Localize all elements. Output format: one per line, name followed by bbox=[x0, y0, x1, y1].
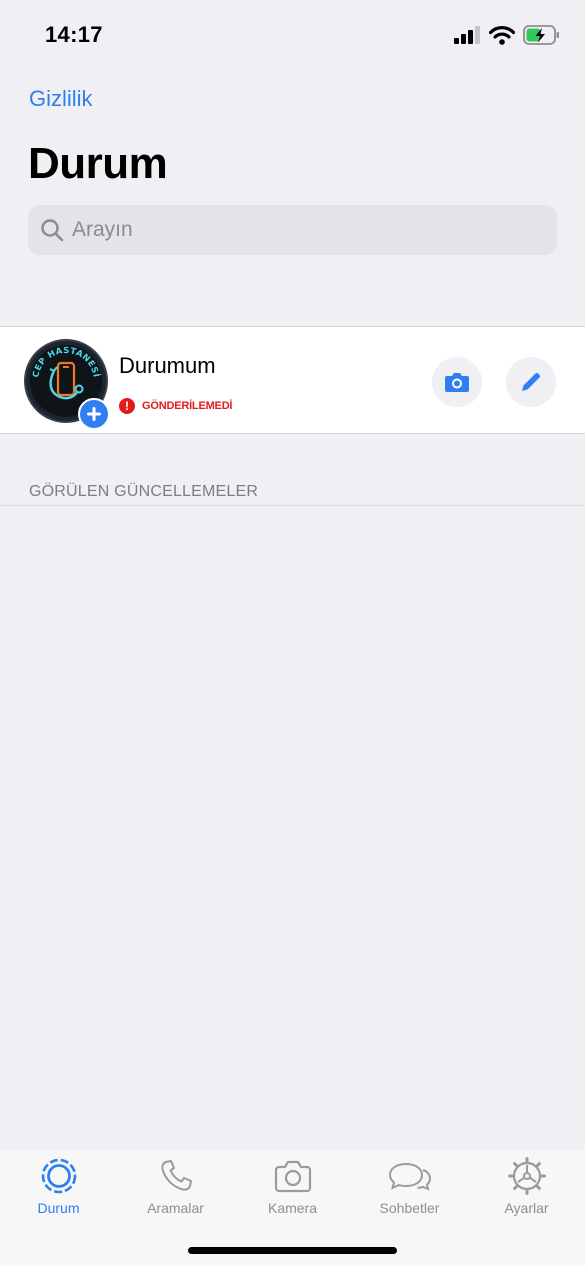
tab-sohbetler[interactable]: Sohbetler bbox=[351, 1156, 468, 1216]
tab-label: Durum bbox=[37, 1200, 80, 1216]
status-bar: 14:17 bbox=[0, 0, 585, 70]
battery-charging-icon bbox=[523, 25, 559, 45]
wifi-icon bbox=[489, 25, 515, 45]
pencil-icon bbox=[522, 372, 541, 391]
viewed-updates-header: GÖRÜLEN GÜNCELLEMELER bbox=[29, 483, 259, 500]
status-icon bbox=[41, 1158, 76, 1194]
send-error: ! GÖNDERİLEMEDİ bbox=[119, 398, 232, 414]
text-status-button[interactable] bbox=[506, 357, 556, 407]
tab-kamera[interactable]: Kamera bbox=[234, 1156, 351, 1216]
chats-icon bbox=[388, 1162, 431, 1191]
my-status-name: Durumum bbox=[119, 353, 216, 378]
phone-icon bbox=[160, 1160, 192, 1191]
camera-icon bbox=[274, 1160, 311, 1193]
error-text: GÖNDERİLEMEDİ bbox=[142, 400, 233, 412]
settings-icon bbox=[507, 1157, 546, 1195]
my-status-row[interactable]: CEP HASTANESİ Durumum ! GÖNDERİLEMEDİ bbox=[0, 326, 585, 434]
privacy-link[interactable]: Gizlilik bbox=[29, 86, 93, 112]
search-icon bbox=[41, 219, 64, 242]
tab-durum[interactable]: Durum bbox=[0, 1156, 117, 1216]
search-placeholder: Arayın bbox=[72, 218, 133, 241]
error-icon: ! bbox=[119, 398, 135, 414]
tab-aramalar[interactable]: Aramalar bbox=[117, 1156, 234, 1216]
tab-label: Ayarlar bbox=[504, 1200, 549, 1216]
divider bbox=[0, 505, 585, 506]
tab-label: Aramalar bbox=[147, 1200, 204, 1216]
search-bar[interactable]: Arayın bbox=[28, 205, 557, 255]
cellular-signal-icon bbox=[454, 26, 480, 44]
camera-button[interactable] bbox=[432, 357, 482, 407]
plus-icon bbox=[87, 407, 101, 421]
tab-label: Kamera bbox=[267, 1200, 318, 1216]
add-status-badge[interactable] bbox=[78, 398, 110, 430]
home-indicator bbox=[188, 1247, 397, 1254]
camera-icon bbox=[445, 373, 469, 392]
status-time: 14:17 bbox=[45, 22, 103, 47]
page-title: Durum bbox=[28, 139, 168, 188]
tab-label: Sohbetler bbox=[379, 1200, 440, 1216]
tab-ayarlar[interactable]: Ayarlar bbox=[468, 1156, 585, 1216]
